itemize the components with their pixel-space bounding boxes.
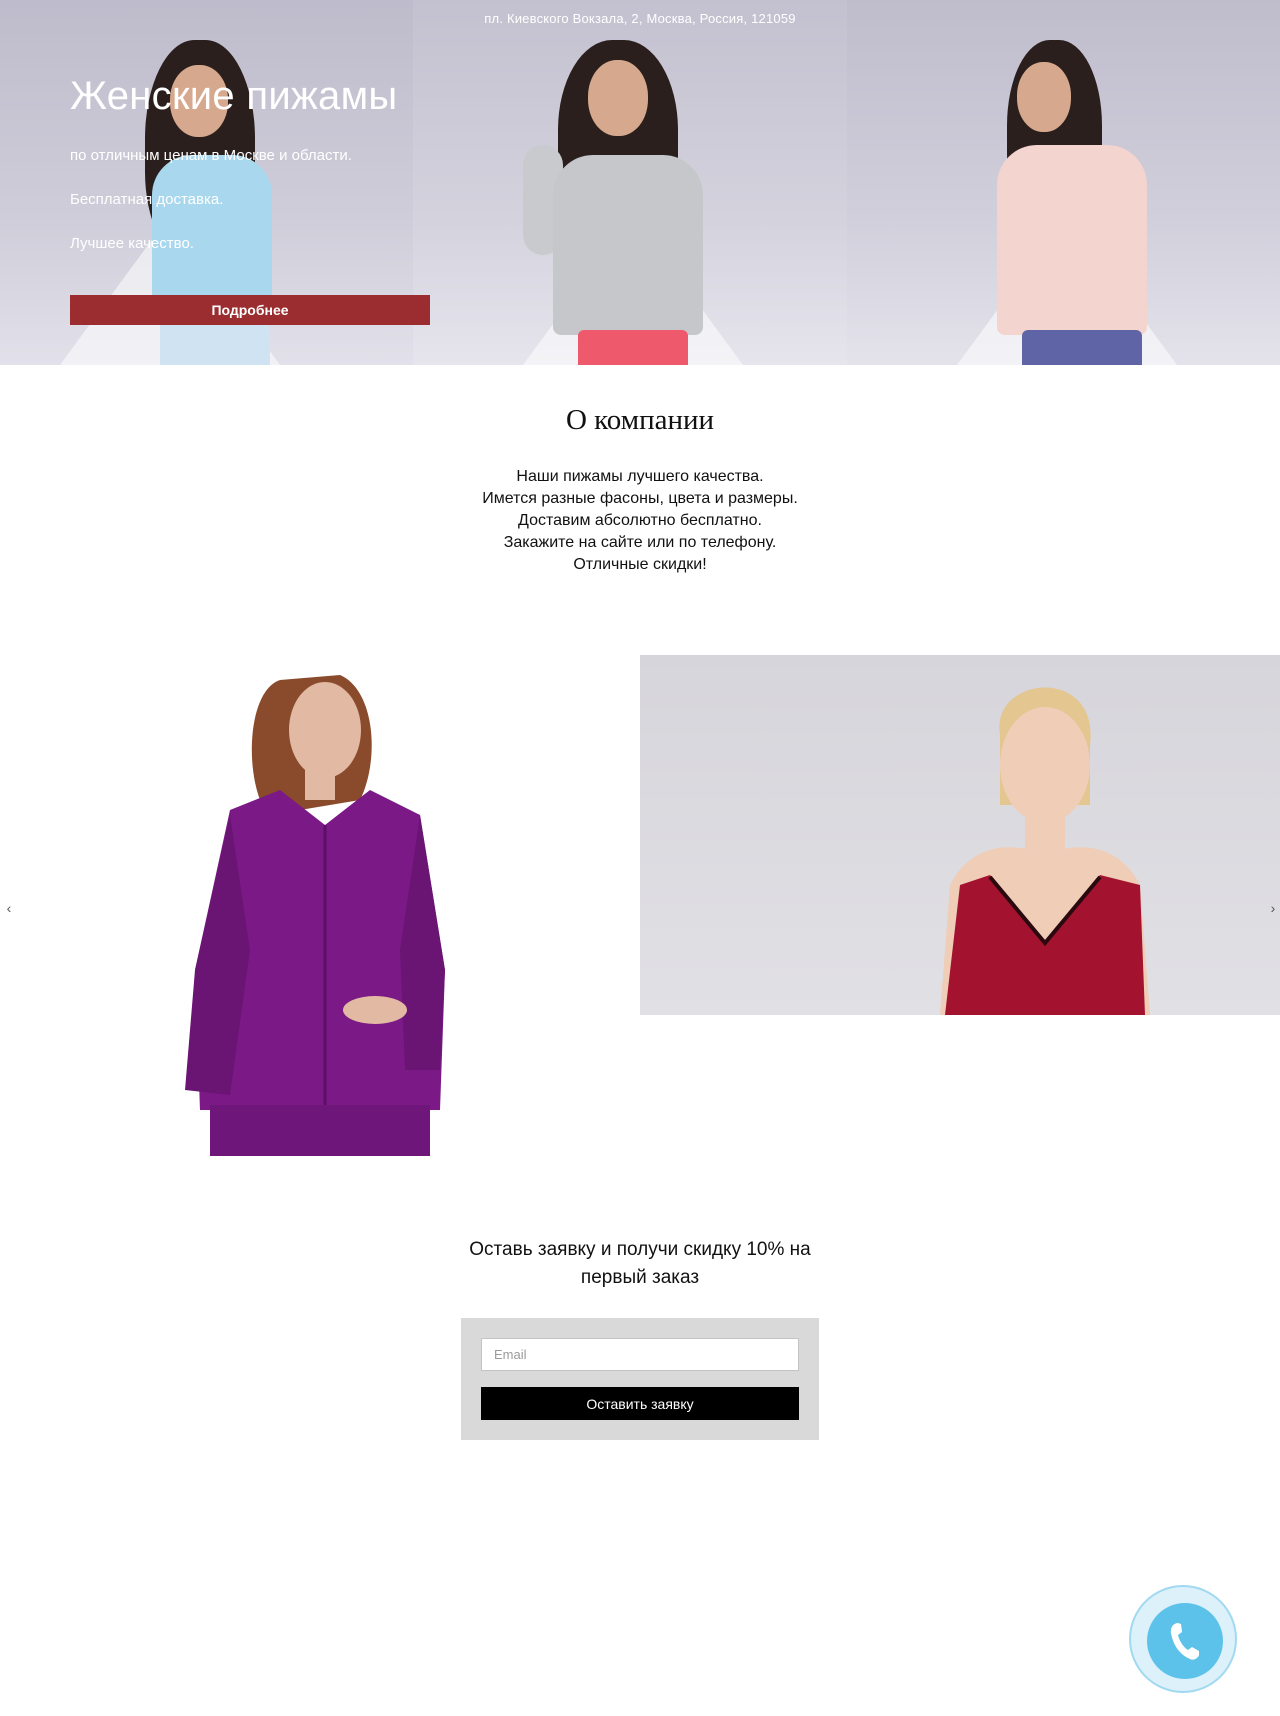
about-line: Доставим абсолютно бесплатно.: [518, 512, 762, 529]
cta-title: Оставь заявку и получи скидку 10% на пер…: [0, 1236, 1280, 1292]
about-line: Закажите на сайте или по телефону.: [503, 534, 777, 551]
about-line: Отличные скидки!: [573, 556, 707, 573]
red-top-illustration: [940, 687, 1150, 1015]
signup-form: Оставить заявку: [461, 1318, 819, 1440]
slide-photo-red-velvet-top: [640, 655, 1280, 1015]
slider-next-arrow[interactable]: ›: [1266, 900, 1280, 916]
about-title: О компании: [565, 404, 715, 436]
slide-photo-purple-satin-pajama: [0, 650, 640, 1156]
hero-subtitle-price: по отличным ценам в Москве и области.: [70, 147, 352, 164]
submit-request-button[interactable]: Оставить заявку: [481, 1387, 799, 1420]
store-address: пл. Киевского Вокзала, 2, Москва, Россия…: [484, 11, 796, 26]
about-line: Имется разные фасоны, цвета и размеры.: [482, 490, 798, 507]
email-field[interactable]: [481, 1338, 799, 1371]
hero-title: Женские пижамы: [70, 74, 398, 118]
about-description: Наши пижамы лучшего качества. Имется раз…: [0, 466, 1280, 576]
about-line: Наши пижамы лучшего качества.: [516, 468, 764, 485]
cta-title-line: Оставь заявку и получи скидку 10% на: [469, 1239, 811, 1260]
photo-slider: ‹ ›: [0, 650, 1280, 1160]
hero-banner: пл. Киевского Вокзала, 2, Москва, Россия…: [0, 0, 1280, 365]
hero-subtitle-delivery: Бесплатная доставка.: [70, 191, 224, 208]
hero-subtitle-quality: Лучшее качество.: [70, 235, 194, 252]
cta-title-line: первый заказ: [580, 1267, 700, 1288]
hero-photo-pink-pajama: [847, 0, 1280, 365]
slider-prev-arrow[interactable]: ‹: [2, 900, 16, 916]
more-info-button[interactable]: Подробнее: [70, 295, 430, 325]
callback-widget[interactable]: [1129, 1585, 1237, 1693]
hero-photo-grey-pajama: [413, 0, 847, 365]
phone-icon: [1170, 1623, 1199, 1660]
callback-button[interactable]: [1147, 1603, 1223, 1679]
purple-pajama-illustration: [185, 675, 445, 1156]
